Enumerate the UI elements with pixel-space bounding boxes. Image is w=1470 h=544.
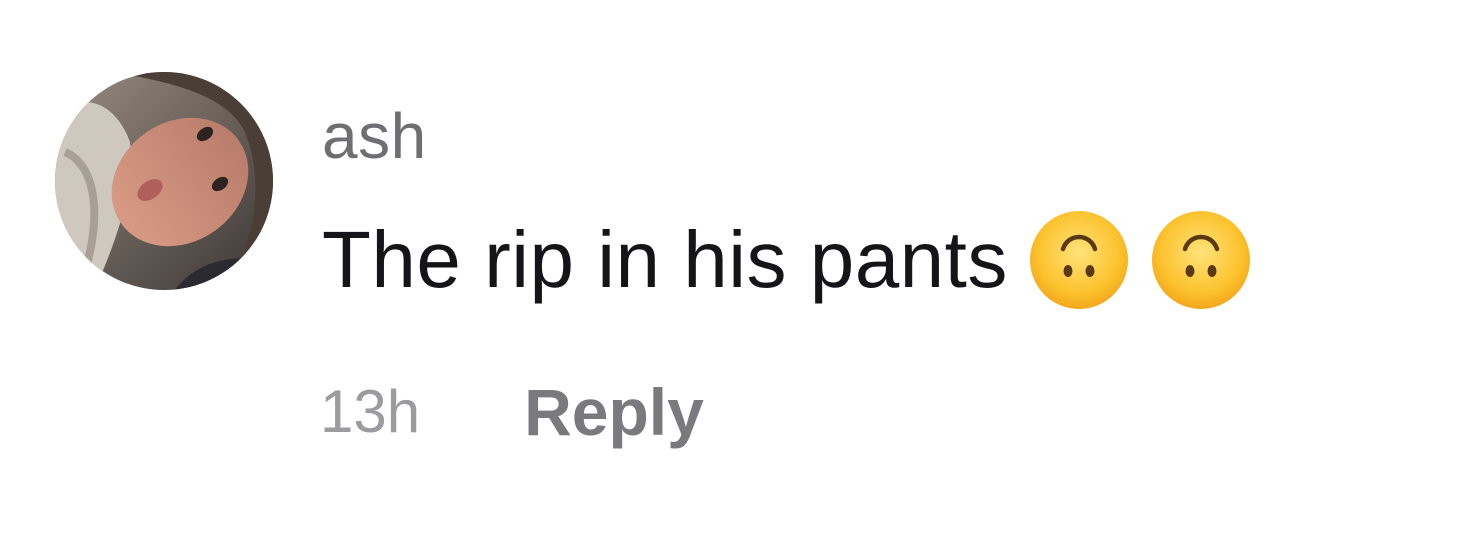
comment-meta: 13h Reply bbox=[320, 372, 704, 452]
comment: ash The rip in his pants 13h Reply bbox=[0, 0, 1470, 544]
timestamp: 13h bbox=[320, 378, 421, 445]
comment-text: The rip in his pants bbox=[322, 215, 1008, 304]
username[interactable]: ash bbox=[322, 96, 427, 176]
upside-down-face-icon bbox=[1028, 209, 1130, 311]
upside-down-face-icon bbox=[1150, 209, 1252, 311]
avatar[interactable] bbox=[55, 72, 273, 290]
reply-button[interactable]: Reply bbox=[524, 372, 704, 452]
comment-body: The rip in his pants bbox=[322, 208, 1252, 312]
